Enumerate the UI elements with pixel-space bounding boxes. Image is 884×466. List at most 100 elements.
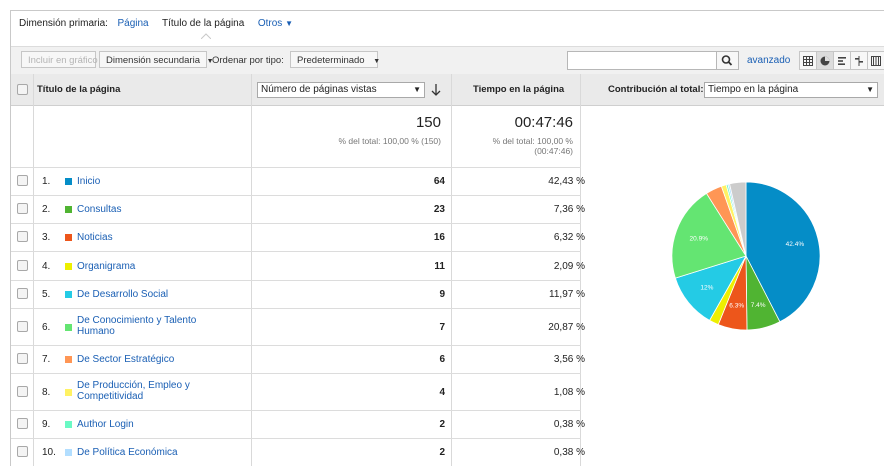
row-checkbox[interactable] [17, 446, 28, 457]
table-view-button[interactable] [799, 51, 817, 70]
contribution-select[interactable]: Tiempo en la página ▼ [704, 82, 878, 98]
chevron-down-icon: ▼ [285, 19, 294, 28]
table-row[interactable]: 2. Consultas 23 7,36 % [11, 196, 585, 223]
search-icon [721, 55, 733, 66]
pie-slice-label: 6.3% [729, 302, 744, 309]
table-row[interactable]: 3. Noticias 16 6,32 % [11, 224, 585, 251]
dimension-option-titulo[interactable]: Título de la página [162, 18, 244, 29]
chevron-down-icon: ▼ [373, 58, 381, 65]
table-row[interactable]: 6. De Conocimiento y Talento Humano 7 20… [11, 309, 585, 345]
view-switcher [799, 51, 884, 70]
time-percent-value: 0,38 % [553, 447, 585, 458]
page-title-link[interactable]: De Producción, Empleo y [77, 380, 190, 391]
row-index: 8. [42, 387, 51, 398]
select-all-checkbox[interactable] [17, 84, 28, 95]
page-title-link[interactable]: Consultas [77, 204, 121, 215]
row-checkbox[interactable] [17, 175, 28, 186]
color-swatch [65, 263, 72, 270]
row-checkbox[interactable] [17, 288, 28, 299]
page-title-link-line2[interactable]: Humano [77, 326, 115, 337]
column-header-title[interactable]: Título de la página [37, 74, 120, 105]
sort-type-label: Ordenar por tipo: [212, 55, 284, 66]
page-title-link[interactable]: Author Login [77, 419, 134, 430]
table-toolbar: Incluir en gráfico Dimensión secundaria … [11, 46, 884, 75]
table-row[interactable]: 1. Inicio 64 42,43 % [11, 168, 585, 195]
table-row[interactable]: 5. De Desarrollo Social 9 11,97 % [11, 281, 585, 308]
analytics-report-panel: Dimensión primaria: Página Título de la … [10, 10, 884, 466]
row-index: 2. [42, 204, 51, 215]
pivot-icon [871, 55, 881, 66]
row-index: 10. [42, 447, 56, 458]
row-checkbox[interactable] [17, 353, 28, 364]
total-time: 00:47:46 [514, 114, 573, 131]
page-title-link[interactable]: De Política Económica [77, 447, 178, 458]
row-checkbox[interactable] [17, 418, 28, 429]
row-checkbox[interactable] [17, 321, 28, 332]
table-header: Título de la página Número de páginas vi… [11, 74, 884, 106]
table-row[interactable]: 10. De Política Económica 2 0,38 % [11, 439, 585, 466]
performance-view-button[interactable] [833, 51, 851, 70]
sort-type-dropdown[interactable]: Predeterminado ▼ [290, 51, 381, 68]
pie-slice-label: 42.4% [786, 241, 805, 248]
chevron-down-icon: ▼ [866, 85, 874, 94]
time-percent-value: 7,36 % [553, 204, 585, 215]
secondary-dimension-label: Dimensión secundaria [106, 55, 200, 66]
total-time-percent: % del total: 100,00 % [492, 136, 573, 146]
row-index: 7. [42, 354, 51, 365]
pie-slice-label: 7.4% [751, 302, 766, 309]
contribution-label: Contribución al total: [608, 84, 704, 95]
pie-view-button[interactable] [816, 51, 834, 70]
table-row[interactable]: 9. Author Login 2 0,38 % [11, 411, 585, 438]
color-swatch [65, 389, 72, 396]
plot-rows-button[interactable]: Incluir en gráfico [21, 51, 98, 68]
dimension-option-otros[interactable]: Otros [258, 18, 282, 29]
metric-select-value: Número de páginas vistas [261, 84, 377, 95]
table-row[interactable]: 4. Organigrama 11 2,09 % [11, 252, 585, 280]
selected-pointer-icon [201, 33, 211, 39]
page-title-link[interactable]: Inicio [77, 176, 100, 187]
page-title-link[interactable]: De Sector Estratégico [77, 354, 174, 365]
advanced-filter-link[interactable]: avanzado [747, 55, 790, 66]
time-percent-value: 1,08 % [553, 387, 585, 398]
page-title-link[interactable]: De Conocimiento y Talento [77, 315, 196, 326]
pageviews-value: 9 [439, 289, 445, 300]
search-button[interactable] [717, 51, 739, 70]
sort-type-value: Predeterminado [297, 55, 365, 66]
row-checkbox[interactable] [17, 231, 28, 242]
contribution-select-value: Tiempo en la página [708, 84, 799, 95]
page-title-link[interactable]: Organigrama [77, 261, 135, 272]
pageviews-value: 2 [439, 447, 445, 458]
page-title-link-line2[interactable]: Competitividad [77, 391, 143, 402]
time-percent-value: 42,43 % [548, 176, 585, 187]
pivot-view-button[interactable] [867, 51, 884, 70]
row-index: 6. [42, 322, 51, 333]
color-swatch [65, 356, 72, 363]
row-checkbox[interactable] [17, 386, 28, 397]
row-index: 4. [42, 261, 51, 272]
total-time-value: (00:47:46) [534, 146, 573, 156]
sort-descending-icon[interactable] [431, 84, 441, 96]
table-row[interactable]: 7. De Sector Estratégico 6 3,56 % [11, 346, 585, 373]
color-swatch [65, 291, 72, 298]
column-header-time[interactable]: Tiempo en la página [473, 74, 564, 105]
metric-select[interactable]: Número de páginas vistas ▼ [257, 82, 425, 98]
grid-icon [803, 55, 813, 66]
table-search-input[interactable] [567, 51, 717, 70]
row-index: 3. [42, 232, 51, 243]
time-percent-value: 3,56 % [553, 354, 585, 365]
contribution-pie-chart: 42.4% 7.4% 6.3% 12% 20.9% [671, 181, 821, 331]
chevron-down-icon: ▼ [413, 85, 421, 94]
table-row[interactable]: 8. De Producción, Empleo y Competitivida… [11, 374, 585, 410]
pie-chart-icon [820, 56, 830, 65]
page-title-link[interactable]: Noticias [77, 232, 113, 243]
pageviews-value: 16 [433, 232, 445, 243]
comparison-icon [855, 55, 863, 66]
page-title-link[interactable]: De Desarrollo Social [77, 289, 168, 300]
dimension-option-pagina[interactable]: Página [117, 18, 148, 29]
time-percent-value: 6,32 % [553, 232, 585, 243]
row-checkbox[interactable] [17, 203, 28, 214]
comparison-view-button[interactable] [850, 51, 868, 70]
secondary-dimension-button[interactable]: Dimensión secundaria ▼ [99, 51, 214, 68]
row-checkbox[interactable] [17, 260, 28, 271]
pageviews-value: 23 [433, 204, 445, 215]
